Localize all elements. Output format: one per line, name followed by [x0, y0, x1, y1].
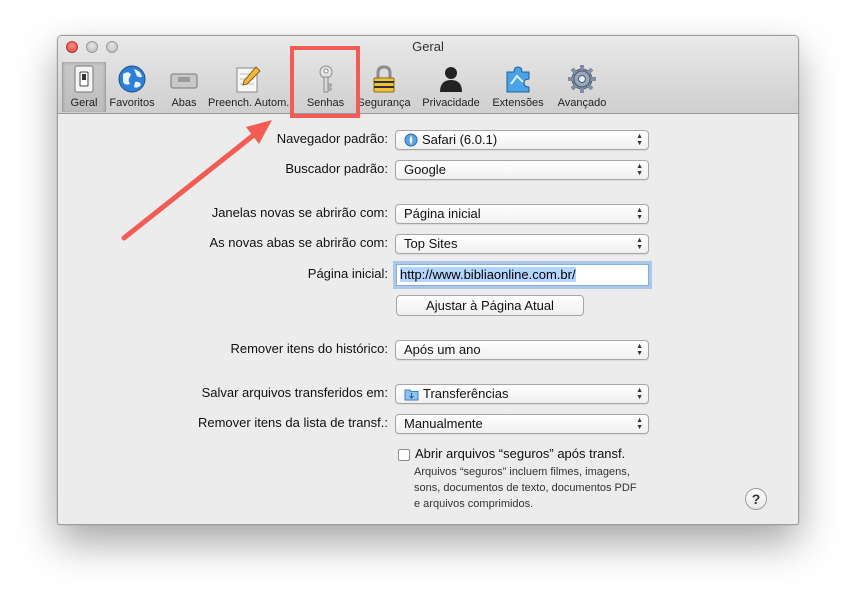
annotation-arrow — [121, 120, 272, 241]
